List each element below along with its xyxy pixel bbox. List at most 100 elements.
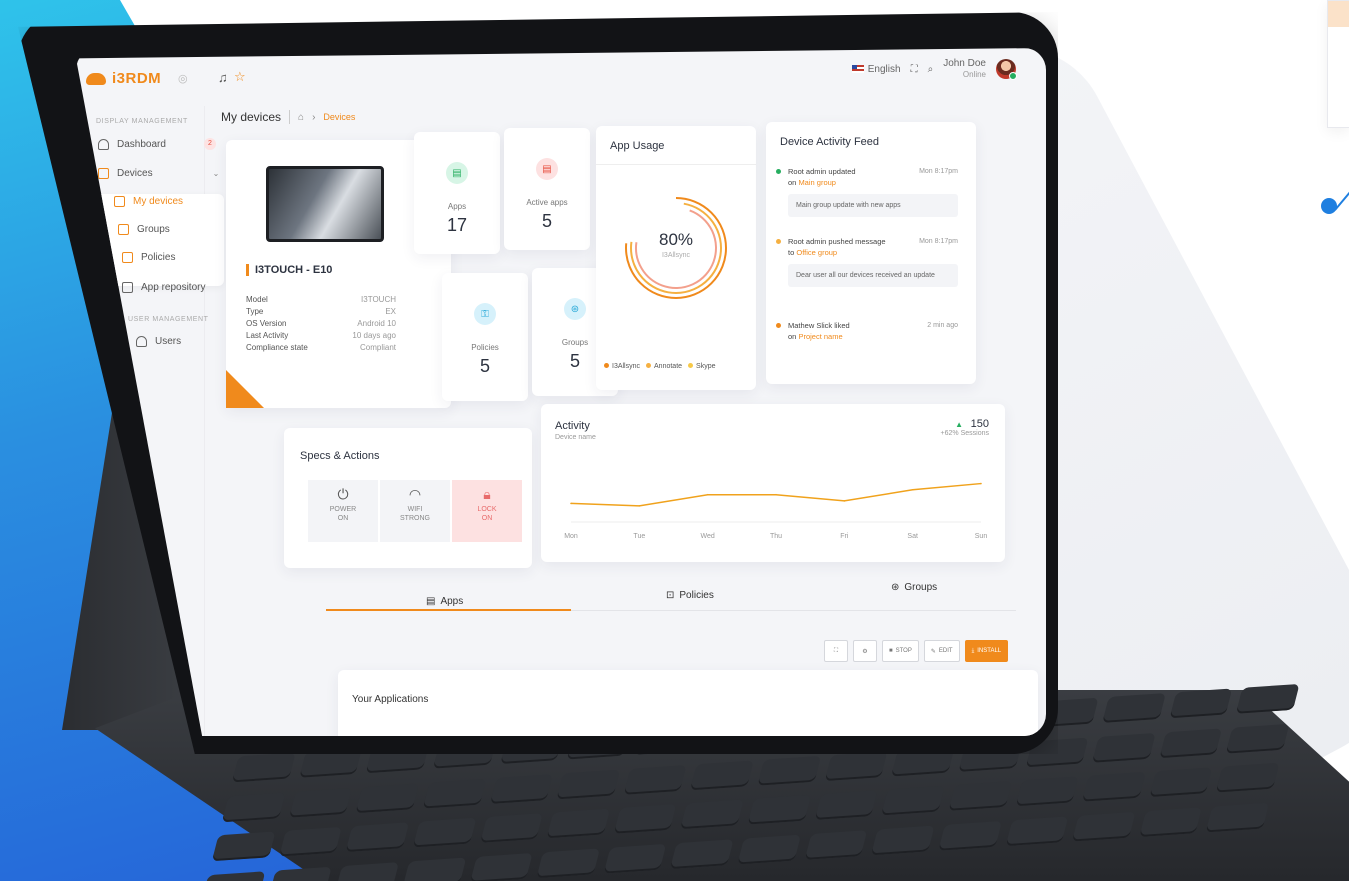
settings-button[interactable]: ⚙ (853, 640, 877, 662)
search-icon[interactable]: ⌕ (928, 64, 934, 75)
user-info[interactable]: John Doe Online (943, 58, 986, 80)
sidebar-item-label: Dashboard (117, 138, 166, 150)
sidebar-item-dashboard[interactable]: Dashboard 2 (98, 138, 216, 150)
install-button[interactable]: ⤓ INSTALL (964, 640, 1009, 662)
sidebar-item-users[interactable]: Users (136, 336, 181, 347)
stat-card-active-apps[interactable]: ▤ Active apps 5 (504, 128, 590, 250)
top-right-controls: English ⛶ ⌕ John Doe Online (851, 58, 1017, 80)
sidebar-item-policies[interactable]: Policies (122, 252, 175, 263)
data-point (706, 493, 709, 496)
tab-bar: ▤ Apps ⊡ Policies ⊛ Groups (326, 578, 1046, 618)
lock-button[interactable]: 🔒︎ LOCK ON (452, 480, 522, 542)
stop-button[interactable]: ■ STOP (882, 640, 919, 662)
groups-icon (118, 224, 129, 235)
feed-link[interactable]: Office group (796, 248, 837, 257)
download-icon: ⤓ (971, 647, 975, 654)
feed-link[interactable]: Project name (798, 332, 842, 341)
sidebar-item-label: Devices (117, 168, 153, 179)
feed-note: Dear user all our devices received an up… (788, 264, 958, 287)
breadcrumb: My devices ⌂ › Devices (221, 110, 355, 124)
wifi-icon: ◠ (408, 486, 422, 502)
fullscreen-icon[interactable]: ⛶ (911, 64, 918, 75)
tab-groups[interactable]: ⊛ Groups (891, 582, 937, 593)
language-selector[interactable]: English (851, 63, 901, 75)
legend-item: I3Allsync (604, 363, 640, 370)
star-icon[interactable]: ☆ (234, 69, 246, 85)
home-icon[interactable]: ⌂ (298, 112, 304, 123)
tab-policies[interactable]: ⊡ Policies (666, 590, 714, 601)
device-specs: Model I3TOUCH Type EX OS Version Android 10… (246, 294, 396, 354)
device-activity-feed: Device Activity Feed Root admin updated M… (766, 122, 976, 384)
sidebar-item-my-devices[interactable]: My devices (114, 196, 183, 207)
sidebar-item-app-repository[interactable]: App repository (122, 282, 205, 293)
top-bar: i3RDM ◎ ♫ ☆ English ⛶ ⌕ John Doe Online (76, 48, 1046, 106)
x-tick-label: Sun (975, 533, 988, 540)
monitor-icon (98, 168, 109, 179)
feed-item: Root admin pushed message Mon 8:17pm to O… (776, 236, 958, 287)
lock-icon: ⊡ (666, 590, 675, 601)
sidebar-item-groups[interactable]: Groups (118, 224, 170, 235)
stat-card-apps[interactable]: ▤ Apps 17 (414, 132, 500, 254)
stat-value: 5 (479, 356, 490, 376)
spec-row: Model I3TOUCH (246, 295, 396, 304)
data-point (980, 482, 982, 485)
chevron-right-icon: › (312, 111, 316, 123)
wifi-button[interactable]: ◠ WIFI STRONG (380, 480, 450, 542)
stat-value: 17 (446, 215, 468, 235)
sidebar-section-display: DISPLAY MANAGEMENT (96, 118, 188, 125)
card-corner-accent (226, 370, 264, 408)
cloud-icon (86, 72, 106, 85)
avatar[interactable] (996, 59, 1017, 80)
apps-toolbar: ⛶ ⚙ ■ STOP ✎ EDIT ⤓ INSTALL (824, 640, 1009, 662)
stat-label: Apps (447, 202, 467, 211)
sidebar-item-label: My devices (133, 196, 184, 207)
feed-item: Root admin updated Mon 8:17pm on Main gro… (776, 166, 958, 217)
feed-link[interactable]: Main group (798, 178, 836, 187)
brand-name: i3RDM (112, 70, 162, 87)
tab-apps[interactable]: ▤ Apps (426, 596, 463, 607)
legend-item: Skype (688, 363, 716, 370)
dashboard-icon (98, 138, 109, 150)
spec-row: Type EX (246, 307, 396, 316)
power-button[interactable]: ⏻ POWER ON (308, 480, 378, 542)
usage-legend: I3Allsync Annotate Skype (604, 363, 716, 370)
spec-row: Compliance state Compliant (246, 343, 396, 352)
card-title: Device Activity Feed (780, 136, 880, 148)
usage-ring-chart: 80% I3Allsync (624, 196, 728, 300)
card-title: App Usage (610, 140, 665, 152)
usage-percent: 80% (658, 230, 694, 249)
key-icon: ⚿ (474, 303, 496, 325)
sidebar-section-user: USER MANAGEMENT (128, 316, 209, 323)
spec-row: OS Version Android 10 (246, 319, 396, 328)
power-icon: ⏻ (337, 486, 349, 502)
feed-item: Mathew Slick liked 2 min ago on Project n… (776, 320, 958, 342)
x-tick-label: Thu (770, 533, 782, 540)
tab-active-indicator (326, 609, 571, 611)
tablet-screen: i3RDM ◎ ♫ ☆ English ⛶ ⌕ John Doe Online (76, 48, 1046, 736)
breadcrumb-current[interactable]: Devices (323, 112, 355, 122)
stat-value: 5 (541, 211, 552, 231)
user-name: John Doe (943, 58, 986, 69)
x-tick-label: Mon (564, 533, 578, 540)
sidebar-devices-group (84, 194, 224, 286)
collapse-icon[interactable]: ◎ (178, 72, 188, 85)
edit-button[interactable]: ✎ EDIT (923, 640, 960, 662)
x-tick-label: Sat (907, 533, 918, 540)
tablet-frame: i3RDM ◎ ♫ ☆ English ⛶ ⌕ John Doe Online (18, 12, 1058, 754)
brand-logo[interactable]: i3RDM (86, 70, 161, 87)
your-applications-panel: Your Applications (338, 670, 1038, 736)
x-tick-label: Wed (701, 533, 715, 540)
headset-icon[interactable]: ♫ (218, 70, 228, 85)
specs-actions-card: Specs & Actions ⏻ POWER ON ◠ WIFI STRONG 🔒… (284, 428, 532, 568)
sidebar-item-devices[interactable]: Devices ⌄ (98, 168, 219, 179)
language-label: English (867, 63, 901, 75)
gear-icon: ⚙ (862, 648, 868, 655)
user-icon (136, 336, 147, 347)
feed-note: Main group update with new apps (788, 194, 958, 217)
page-title: My devices (221, 110, 282, 124)
stat-card-policies[interactable]: ⚿ Policies 5 (442, 273, 528, 401)
app-icon: ▤ (446, 162, 468, 184)
expand-button[interactable]: ⛶ (824, 640, 848, 662)
edit-icon: ✎ (930, 648, 936, 655)
data-point (570, 502, 572, 505)
